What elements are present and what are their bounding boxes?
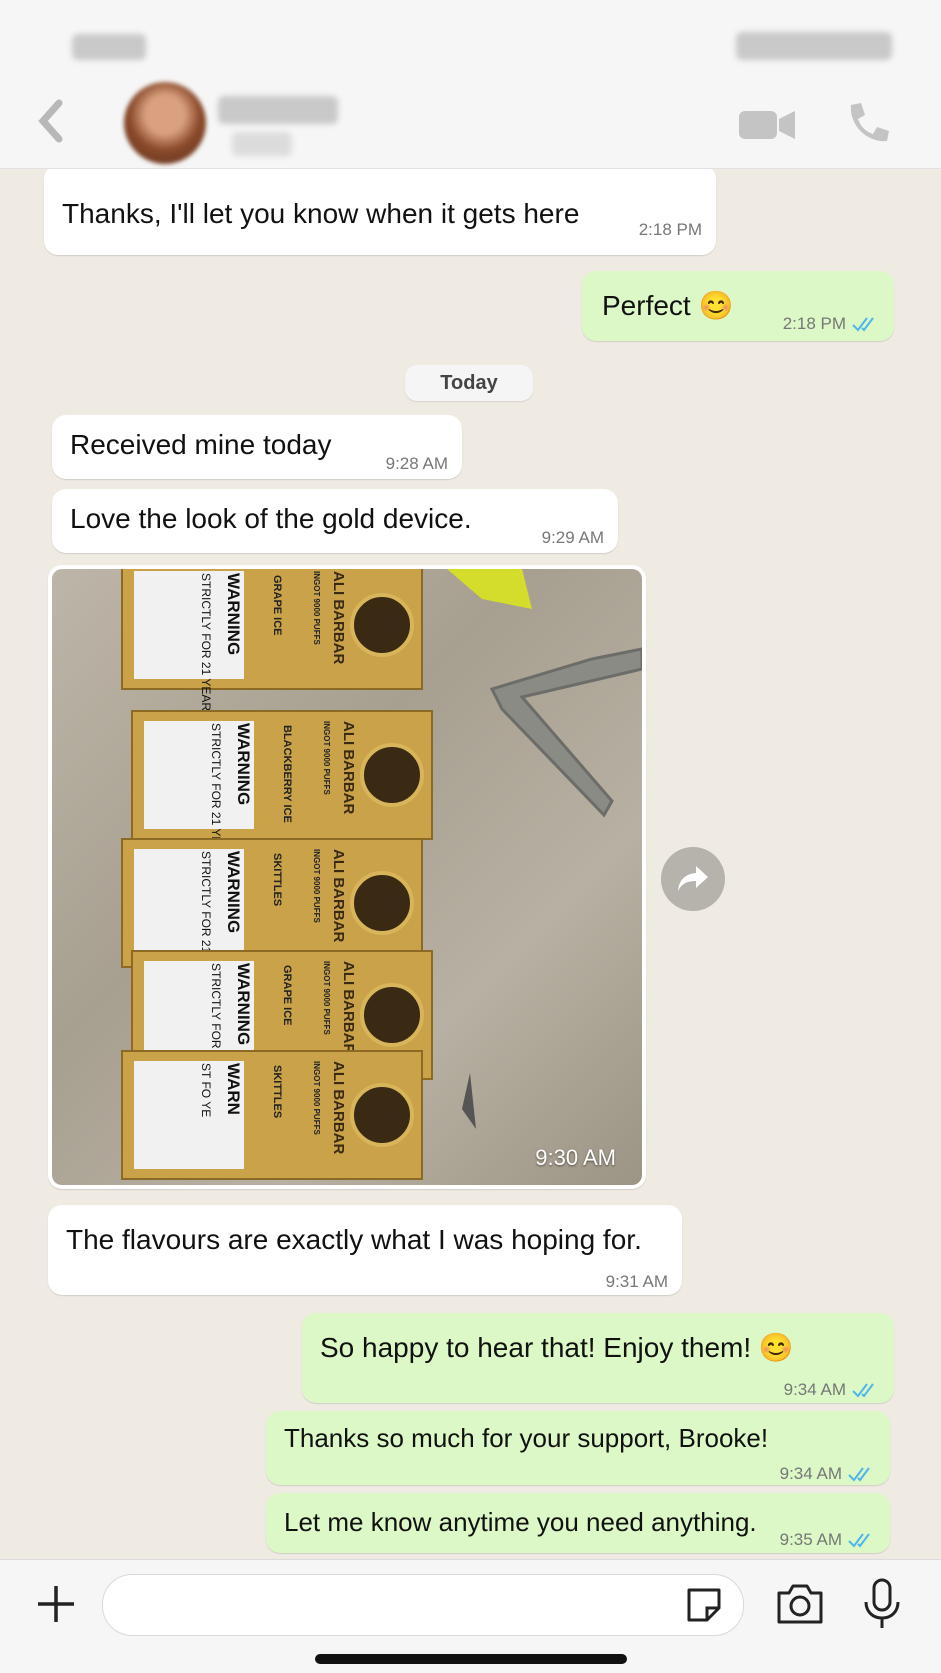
brand-logo [360,743,424,807]
message-bubble-outgoing[interactable]: Thanks so much for your support, Brooke!… [266,1411,890,1485]
composer-bar [0,1559,941,1673]
message-input[interactable] [102,1574,744,1636]
brand-logo [360,983,424,1047]
status-bar-icons [736,32,892,60]
message-text: Thanks so much for your support, Brooke! [284,1423,769,1453]
message-time: 9:34 AM [780,1457,876,1491]
box-brand: ALI BARBAR [330,849,347,942]
brand-logo [350,593,414,657]
camera-icon[interactable] [770,1580,830,1628]
pen [462,1073,476,1129]
box-flavor: GRAPE ICE [271,575,283,636]
box-brand: ALI BARBAR [340,721,357,814]
message-time: 2:18 PM [783,307,880,341]
message-text: Received mine today [70,429,332,460]
box-subtitle: INGOT 9000 PUFFS [312,1061,321,1135]
contact-name[interactable] [218,96,338,124]
microphone-icon[interactable] [858,1576,906,1632]
message-time-label: 9:34 AM [783,1380,846,1399]
box-brand: ALI BARBAR [340,961,357,1054]
message-text: Love the look of the gold device. [70,503,472,534]
photo-image[interactable]: WARNING STRICTLY FOR 21 YEARS AND OVER GRA… [52,569,642,1185]
read-ticks-icon [852,1383,874,1398]
message-bubble-incoming[interactable]: Thanks, I'll let you know when it gets h… [44,169,716,255]
forward-icon [678,866,708,891]
product-box: WARN ST FO YE SKITTLES INGOT 9000 PUFFS ALI … [121,1050,423,1180]
box-warning-title: WARNING [224,851,243,933]
read-ticks-icon [848,1467,870,1482]
box-subtitle: INGOT 9000 PUFFS [312,849,321,923]
brand-logo [350,871,414,935]
photo-time: 9:30 AM [535,1145,616,1170]
box-flavor: GRAPE ICE [281,965,293,1026]
phone-icon[interactable] [840,98,894,148]
sticker-icon[interactable] [683,1585,725,1625]
box-brand: ALI BARBAR [330,571,347,664]
message-time-label: 9:34 AM [779,1464,842,1483]
photo-message[interactable]: WARNING STRICTLY FOR 21 YEARS AND OVER GRA… [48,565,646,1189]
box-subtitle: INGOT 9000 PUFFS [322,961,331,1035]
read-ticks-icon [848,1533,870,1548]
message-bubble-outgoing[interactable]: Let me know anytime you need anything. 9… [266,1493,890,1553]
box-warning-title: WARNING [234,963,253,1045]
box-flavor: SKITTLES [271,853,283,906]
avatar[interactable] [124,82,206,164]
chat-header [0,0,941,169]
message-time-label: 9:28 AM [385,454,448,473]
back-icon[interactable] [30,96,74,146]
metal-stand [489,647,642,818]
message-time: 9:28 AM [386,447,448,481]
box-warning-title: WARN [224,1063,243,1115]
message-text: Thanks, I'll let you know when it gets h… [62,198,580,229]
status-bar-time [72,34,146,60]
message-bubble-outgoing[interactable]: So happy to hear that! Enjoy them! 😊 9:3… [302,1313,894,1403]
message-text: Perfect 😊 [602,290,734,321]
contact-status [232,132,292,156]
message-time-label: 2:18 PM [638,220,702,239]
message-bubble-incoming[interactable]: Received mine today 9:28 AM [52,415,462,479]
box-brand: ALI BARBAR [330,1061,347,1154]
message-bubble-incoming[interactable]: The flavours are exactly what I was hopi… [48,1205,682,1295]
message-time-label: 9:29 AM [541,528,604,547]
brand-logo [350,1083,414,1147]
box-subtitle: INGOT 9000 PUFFS [312,571,321,645]
message-time: 2:18 PM [639,213,702,247]
home-indicator [315,1654,627,1664]
box-flavor: SKITTLES [271,1065,283,1118]
box-flavor: BLACKBERRY ICE [281,725,293,823]
box-warning-text: ST FO YE [199,1063,213,1117]
message-bubble-incoming[interactable]: Love the look of the gold device. 9:29 A… [52,489,618,553]
plus-icon[interactable] [32,1580,80,1628]
message-text: Let me know anytime you need anything. [284,1507,757,1537]
message-time-label: 2:18 PM [782,314,846,333]
message-time-label: 9:35 AM [779,1530,842,1549]
date-separator: Today [405,365,533,401]
box-subtitle: INGOT 9000 PUFFS [322,721,331,795]
message-text: The flavours are exactly what I was hopi… [66,1224,642,1255]
message-time: 9:31 AM [606,1265,668,1299]
box-warning-title: WARNING [234,723,253,805]
video-call-icon[interactable] [736,104,798,146]
message-time: 9:29 AM [542,521,604,555]
message-bubble-outgoing[interactable]: Perfect 😊 2:18 PM [582,271,894,341]
read-ticks-icon [852,317,874,332]
box-warning-title: WARNING [224,573,243,655]
message-time: 9:34 AM [784,1373,880,1407]
message-time-label: 9:31 AM [605,1272,668,1291]
message-time: 9:35 AM [780,1523,876,1557]
product-boxes-photo: WARNINGSTRICTLY FOR 21 YEARS AND OVER GRA… [121,569,642,1180]
message-text: So happy to hear that! Enjoy them! 😊 [320,1332,794,1363]
forward-button[interactable] [661,847,725,911]
yellow-object [447,569,532,609]
chat-area[interactable]: Thanks, I'll let you know when it gets h… [0,169,941,1559]
